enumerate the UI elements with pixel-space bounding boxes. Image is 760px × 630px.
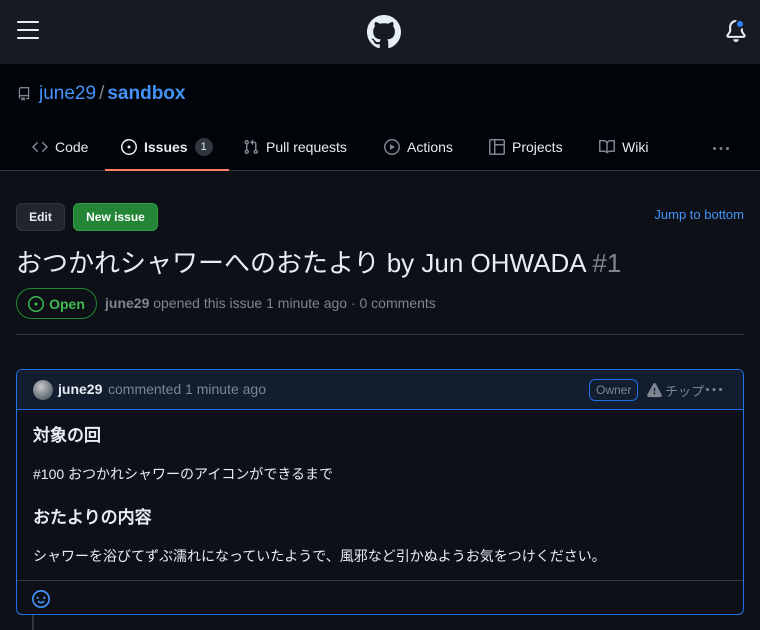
issue-title-text: おつかれシャワーへのおたより by Jun OHWADA (16, 248, 586, 278)
issue-meta-text: opened this issue 1 minute ago · 0 comme… (153, 295, 436, 311)
table-icon (489, 138, 505, 155)
issue-comment: june29 commented 1 minute ago Owner チップ … (16, 369, 744, 615)
repo-icon (18, 87, 30, 101)
tab-actions-label: Actions (407, 138, 453, 155)
play-icon (384, 138, 400, 155)
git-pull-request-icon (244, 139, 259, 154)
tab-issues-label: Issues (144, 138, 188, 155)
tip-warning-icon (647, 383, 662, 398)
menu-icon[interactable] (17, 21, 39, 41)
tab-actions[interactable]: Actions (384, 128, 453, 171)
issue-meta: june29 opened this issue 1 minute ago · … (105, 295, 436, 311)
issue-number: #1 (592, 248, 622, 278)
code-icon (32, 141, 48, 152)
repo-tabs: Code Issues 1 Pull requests Actions Proj… (16, 128, 760, 171)
tab-wiki-label: Wiki (622, 138, 649, 155)
book-icon (599, 139, 615, 153)
repo-header: june29/sandbox Code Issues 1 Pull reques… (0, 64, 760, 171)
repo-breadcrumb: june29/sandbox (39, 82, 185, 106)
tab-code-label: Code (55, 138, 89, 155)
issues-count-badge: 1 (194, 137, 213, 156)
github-logo-icon[interactable] (367, 15, 401, 49)
comment-paragraph-1: #100 おつかれシャワーのアイコンができるまで (33, 466, 334, 482)
tab-projects-label: Projects (512, 138, 563, 155)
comment-more-icon[interactable] (705, 382, 723, 398)
tab-pull-requests-label: Pull requests (266, 138, 347, 155)
comment-paragraph-2: シャワーを浴びてずぶ濡れになっていたようで、風邪など引かぬようお気をつけください… (33, 548, 606, 564)
tab-code[interactable]: Code (32, 128, 88, 171)
tip-label: チップ (665, 384, 705, 399)
issue-title: おつかれシャワーへのおたより by Jun OHWADA #1 (16, 246, 621, 280)
comment-header: june29 commented 1 minute ago Owner チップ (17, 370, 743, 410)
more-options-icon[interactable] (712, 141, 730, 157)
tip-button[interactable]: チップ (647, 381, 704, 400)
issue-state-label: Open (49, 295, 85, 312)
tab-issues[interactable]: Issues 1 (105, 128, 229, 171)
smiley-icon[interactable] (32, 590, 50, 608)
comment-heading-2: おたよりの内容 (33, 508, 152, 527)
top-header (0, 0, 760, 64)
issue-opened-icon (28, 295, 45, 312)
issue-opened-icon (121, 138, 137, 155)
avatar[interactable] (33, 380, 53, 400)
issue-state-badge: Open (16, 288, 97, 319)
repo-separator: / (99, 83, 105, 104)
edit-button[interactable]: Edit (16, 203, 65, 231)
owner-badge: Owner (589, 379, 639, 401)
tab-projects[interactable]: Projects (489, 128, 563, 171)
tab-wiki[interactable]: Wiki (599, 128, 648, 171)
notification-dot (735, 19, 745, 29)
comment-meta[interactable]: commented 1 minute ago (108, 381, 266, 397)
tab-pull-requests[interactable]: Pull requests (243, 128, 347, 171)
comment-heading-1: 対象の回 (33, 426, 101, 445)
comment-author-link[interactable]: june29 (58, 381, 102, 397)
repo-name-link[interactable]: sandbox (107, 83, 185, 104)
issue-author-link[interactable]: june29 (105, 295, 149, 311)
new-issue-button[interactable]: New issue (73, 203, 158, 231)
divider (16, 334, 744, 335)
timeline-line (32, 615, 34, 630)
jump-to-bottom-link[interactable]: Jump to bottom (654, 207, 744, 222)
repo-owner-link[interactable]: june29 (39, 83, 96, 104)
comment-footer (17, 580, 743, 614)
